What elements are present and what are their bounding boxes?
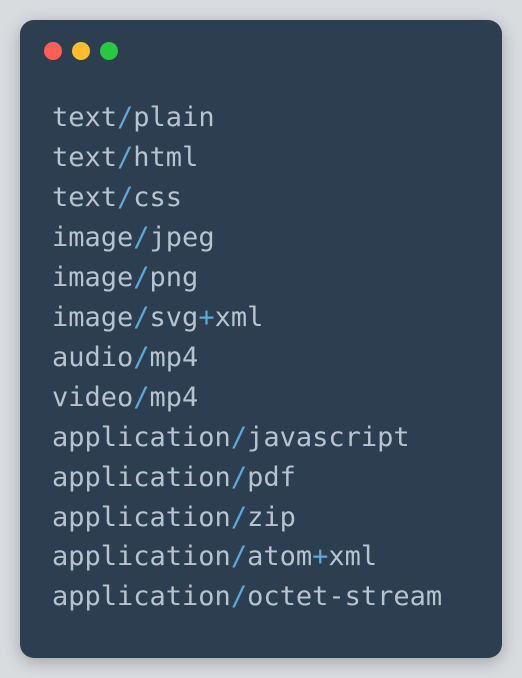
slash-separator: /: [231, 502, 247, 533]
mime-subtype: css: [133, 182, 182, 213]
close-icon[interactable]: [44, 42, 62, 60]
slash-separator: /: [133, 342, 149, 373]
mime-type-line: application/octet-stream: [52, 577, 470, 617]
mime-type: application: [52, 502, 231, 533]
maximize-icon[interactable]: [100, 42, 118, 60]
mime-type: text: [52, 182, 117, 213]
slash-separator: /: [231, 462, 247, 493]
mime-type: video: [52, 382, 133, 413]
mime-subtype: svg: [150, 302, 199, 333]
mime-type-line: application/pdf: [52, 458, 470, 498]
mime-type-line: text/html: [52, 138, 470, 178]
mime-subtype: html: [133, 142, 198, 173]
mime-subtype: png: [150, 262, 199, 293]
mime-type: text: [52, 142, 117, 173]
slash-separator: /: [133, 262, 149, 293]
mime-type-line: audio/mp4: [52, 338, 470, 378]
minimize-icon[interactable]: [72, 42, 90, 60]
slash-separator: /: [117, 182, 133, 213]
mime-type: audio: [52, 342, 133, 373]
terminal-window: text/plaintext/htmltext/cssimage/jpegima…: [20, 20, 502, 658]
mime-type: image: [52, 302, 133, 333]
mime-subtype: zip: [247, 502, 296, 533]
mime-type: application: [52, 581, 231, 612]
slash-separator: /: [231, 422, 247, 453]
mime-type-line: image/jpeg: [52, 218, 470, 258]
mime-type-line: application/javascript: [52, 418, 470, 458]
mime-subtype: jpeg: [150, 222, 215, 253]
mime-subtype: pdf: [247, 462, 296, 493]
mime-subtype: octet-stream: [247, 581, 442, 612]
mime-type-line: video/mp4: [52, 378, 470, 418]
mime-type: application: [52, 462, 231, 493]
plus-separator: +: [312, 541, 328, 572]
mime-type-line: image/png: [52, 258, 470, 298]
slash-separator: /: [231, 541, 247, 572]
code-content: text/plaintext/htmltext/cssimage/jpegima…: [20, 70, 502, 645]
mime-type: text: [52, 102, 117, 133]
mime-type: image: [52, 222, 133, 253]
slash-separator: /: [133, 382, 149, 413]
mime-subtype: mp4: [150, 342, 199, 373]
slash-separator: /: [117, 142, 133, 173]
mime-type-line: text/plain: [52, 98, 470, 138]
slash-separator: /: [231, 581, 247, 612]
mime-subtype: atom: [247, 541, 312, 572]
mime-type-line: application/atom+xml: [52, 537, 470, 577]
mime-type: application: [52, 422, 231, 453]
mime-suffix: xml: [215, 302, 264, 333]
mime-subtype: mp4: [150, 382, 199, 413]
slash-separator: /: [133, 302, 149, 333]
slash-separator: /: [117, 102, 133, 133]
mime-type: application: [52, 541, 231, 572]
mime-type: image: [52, 262, 133, 293]
titlebar: [20, 20, 502, 70]
mime-suffix: xml: [328, 541, 377, 572]
slash-separator: /: [133, 222, 149, 253]
mime-type-line: application/zip: [52, 498, 470, 538]
mime-type-line: text/css: [52, 178, 470, 218]
mime-type-line: image/svg+xml: [52, 298, 470, 338]
mime-subtype: javascript: [247, 422, 410, 453]
mime-subtype: plain: [133, 102, 214, 133]
plus-separator: +: [198, 302, 214, 333]
